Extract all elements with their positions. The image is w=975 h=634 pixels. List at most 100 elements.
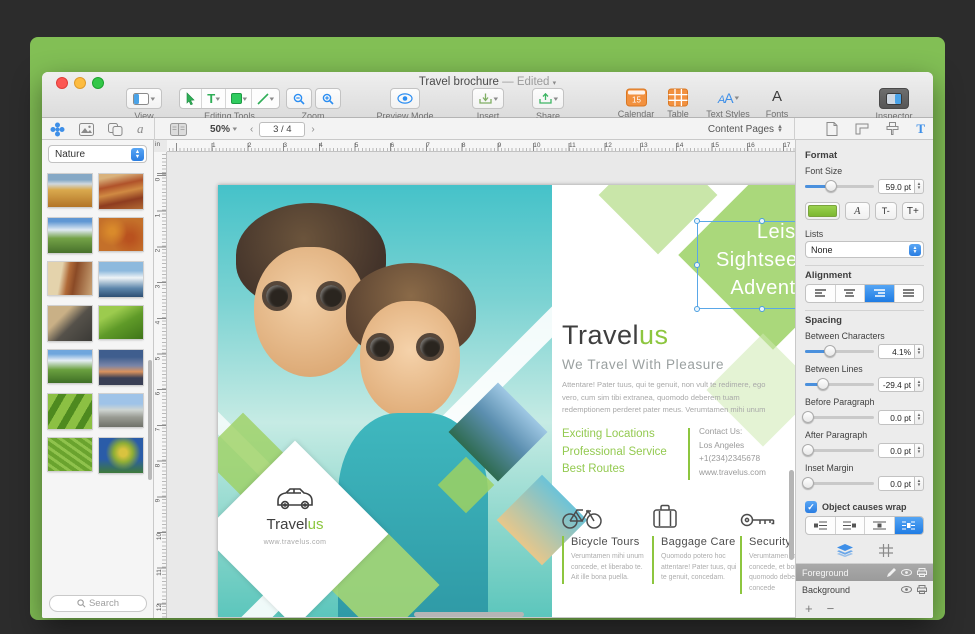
thumbnail-rocky-mountain[interactable] xyxy=(99,394,143,427)
shapes-tab-icon[interactable] xyxy=(108,122,123,136)
selection-handle-s[interactable] xyxy=(759,306,765,312)
edited-status: — Edited xyxy=(502,76,550,88)
layer-print-icon[interactable] xyxy=(917,568,927,577)
selection-handle-sw[interactable] xyxy=(694,306,700,312)
prev-page-button[interactable]: ‹ xyxy=(250,124,253,135)
align-left-button[interactable] xyxy=(806,285,836,302)
wrap-right-button[interactable] xyxy=(836,517,865,534)
layer-visibility-icon[interactable] xyxy=(901,569,912,576)
zoom-level-menu[interactable]: 50% ▾ xyxy=(210,118,237,140)
add-layer-button[interactable]: + xyxy=(805,601,813,616)
document-tab-icon[interactable] xyxy=(826,122,838,136)
select-tool-button[interactable] xyxy=(180,89,203,108)
category-dropdown[interactable]: Nature ▲ ▼ xyxy=(48,145,147,163)
thumbnail-palm-sunset[interactable] xyxy=(99,350,143,385)
inspector-button[interactable] xyxy=(879,88,909,109)
canvas-vscrollbar[interactable] xyxy=(789,470,794,560)
thumbnail-hoodoos[interactable] xyxy=(48,262,92,295)
sidebar-scrollbar[interactable] xyxy=(148,360,152,480)
table-button[interactable] xyxy=(668,88,688,107)
thumbnail-valley-clouds[interactable] xyxy=(48,218,92,253)
selection-box[interactable] xyxy=(694,218,795,312)
canvas[interactable]: 1 2 3 4 5 6 7 8 9 10 11 12 13 14 15 16 17 0 1 2 3 4 5 6 7 8 9 10 11… xyxy=(154,140,795,618)
selection-handle-w[interactable] xyxy=(694,262,700,268)
next-page-button[interactable]: › xyxy=(311,124,314,135)
font-size-field[interactable]: 59.0 pt ▲ ▼ xyxy=(878,178,924,194)
thumbnail-painted-hills[interactable] xyxy=(99,174,143,209)
wrap-left-button[interactable] xyxy=(806,517,836,534)
calendar-button[interactable]: 15 xyxy=(625,88,647,107)
edit-layer-icon[interactable] xyxy=(887,568,896,577)
text-tool-button[interactable]: T ▾ xyxy=(202,89,226,108)
geometry-tab-icon[interactable] xyxy=(855,123,869,135)
layer-print-icon[interactable] xyxy=(917,585,927,594)
app-window: Travel brochure — Edited ▾ ▾ View T ▾ ▾ … xyxy=(42,72,933,618)
between-characters-field[interactable]: 4.1% ▲ ▼ xyxy=(878,343,924,359)
page-indicator[interactable]: 3 / 4 xyxy=(259,121,306,137)
thumbnail-autumn-forest[interactable] xyxy=(99,218,143,251)
align-center-button[interactable] xyxy=(836,285,865,302)
shape-tool-button[interactable]: ▾ xyxy=(226,89,253,108)
thumbnail-yellow-tree[interactable] xyxy=(99,438,143,473)
decrease-size-button[interactable]: T- xyxy=(874,202,897,220)
selection-handle-nw[interactable] xyxy=(694,218,700,224)
character-style-button[interactable]: A xyxy=(845,202,870,220)
before-paragraph-field[interactable]: 0.0 pt ▲ ▼ xyxy=(878,409,924,425)
thumbnail-golf-hills[interactable] xyxy=(99,306,143,339)
text-styles-button[interactable]: AA ▾ xyxy=(718,88,739,107)
wrap-above-below-button[interactable] xyxy=(865,517,895,534)
between-characters-slider[interactable] xyxy=(805,344,874,357)
text-tab-icon[interactable]: T xyxy=(916,121,925,137)
brochure-page[interactable]: Travelus www.travelus.com Leisure Sights… xyxy=(218,185,795,617)
thumbnail-field-furrows[interactable] xyxy=(48,438,92,471)
inset-margin-field[interactable]: 0.0 pt ▲ ▼ xyxy=(878,475,924,491)
text-color-well[interactable] xyxy=(805,202,841,220)
spread-view-toggle[interactable] xyxy=(170,118,187,140)
fill-style-tab-icon[interactable] xyxy=(886,122,899,136)
photos-tab-icon[interactable] xyxy=(79,122,94,136)
layer-visibility-icon[interactable] xyxy=(901,586,912,593)
inset-margin-slider[interactable] xyxy=(801,476,874,489)
share-button[interactable]: ▾ xyxy=(531,88,565,109)
thumbnail-golf-shadows[interactable] xyxy=(48,394,92,429)
remove-layer-button[interactable]: − xyxy=(827,601,835,616)
between-lines-slider[interactable] xyxy=(805,377,874,390)
preview-mode-button[interactable] xyxy=(390,88,420,109)
align-justify-button[interactable] xyxy=(895,285,924,302)
service-bicycle-tours: Bicycle Tours Verumtamen mihi unum conce… xyxy=(562,495,648,584)
canvas-hscrollbar[interactable] xyxy=(414,612,524,617)
grid-tab-icon[interactable] xyxy=(878,544,893,557)
selection-handle-n[interactable] xyxy=(759,218,765,224)
font-size-value[interactable]: 59.0 pt xyxy=(878,178,915,194)
thumbnail-pebbles[interactable] xyxy=(48,306,92,341)
font-size-slider[interactable] xyxy=(805,179,874,192)
fonts-button[interactable]: A xyxy=(772,88,782,107)
pages-menu[interactable]: Content Pages ▲ ▼ xyxy=(708,118,783,140)
between-lines-field[interactable]: -29.4 pt ▲ ▼ xyxy=(878,376,924,392)
thumbnail-river-valley[interactable] xyxy=(48,350,92,383)
view-button[interactable]: ▾ xyxy=(126,88,162,109)
before-paragraph-slider[interactable] xyxy=(801,410,874,423)
zoom-out-button[interactable] xyxy=(285,88,312,109)
line-tool-button[interactable]: ▾ xyxy=(252,89,279,108)
thumbnail-snowy-mountain[interactable] xyxy=(99,262,143,297)
layers-tab-icon[interactable] xyxy=(836,544,853,557)
align-right-button[interactable] xyxy=(865,285,895,302)
layer-row-foreground[interactable]: Foreground xyxy=(796,564,933,581)
after-paragraph-field[interactable]: 0.0 pt ▲ ▼ xyxy=(878,442,924,458)
lists-dropdown[interactable]: None ▲ ▼ xyxy=(805,241,924,258)
zoom-in-button[interactable] xyxy=(314,88,341,109)
clipart-tab-icon[interactable] xyxy=(50,122,65,137)
object-causes-wrap-checkbox[interactable]: ✓ xyxy=(805,501,817,513)
artwork-tab-icon[interactable]: a xyxy=(137,121,144,137)
insert-button[interactable]: ▾ xyxy=(471,88,505,109)
wrap-around-button[interactable] xyxy=(894,517,923,534)
search-input[interactable]: Search xyxy=(49,595,147,612)
title-chevron-icon[interactable]: ▾ xyxy=(553,80,557,87)
increase-size-button[interactable]: T+ xyxy=(901,202,924,220)
toolbar-group-insert: ▾ Insert xyxy=(460,88,516,121)
after-paragraph-slider[interactable] xyxy=(801,443,874,456)
layer-row-background[interactable]: Background xyxy=(796,581,933,598)
font-size-stepper[interactable]: ▲ ▼ xyxy=(915,178,924,194)
thumbnail-autumn-mountain[interactable] xyxy=(48,174,92,207)
